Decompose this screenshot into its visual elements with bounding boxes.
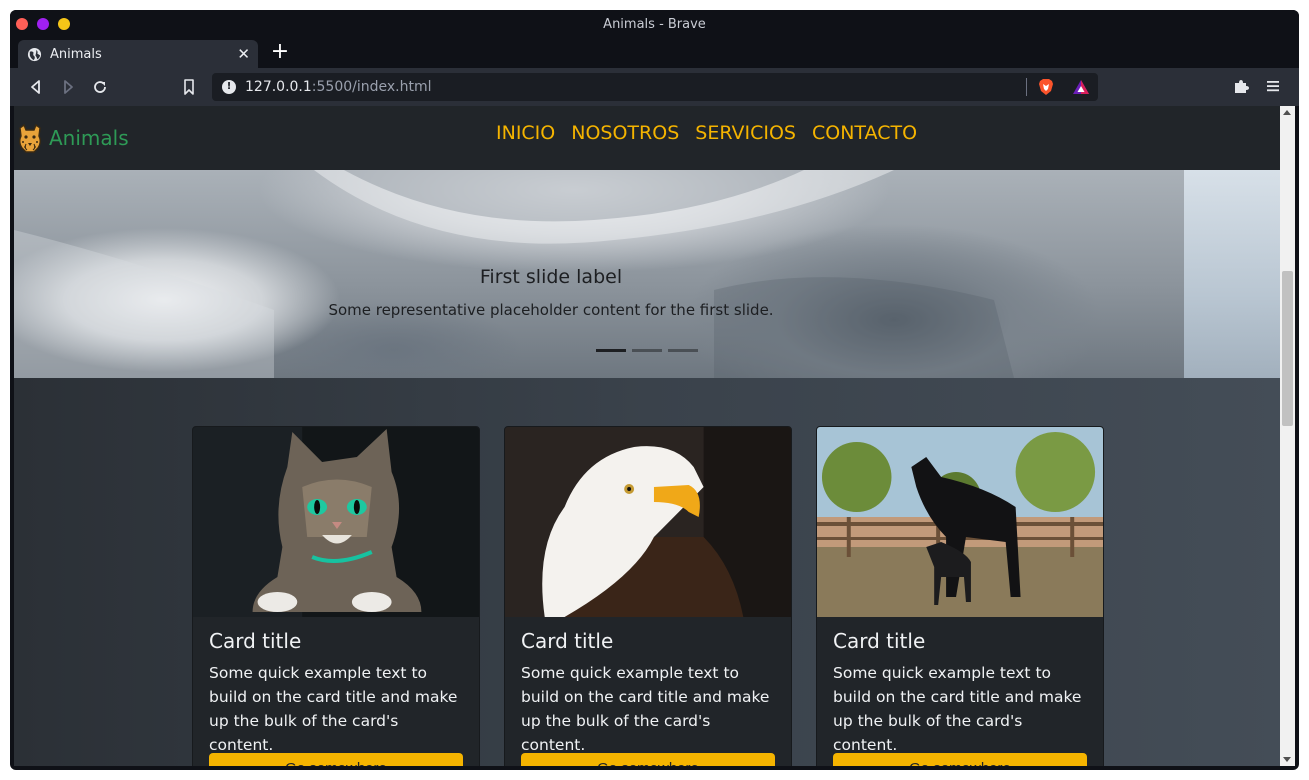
hero-carousel[interactable]: First slide label Some representative pl… — [14, 170, 1280, 378]
card-body: Card title Some quick example text to bu… — [505, 617, 791, 766]
card-text: Some quick example text to build on the … — [521, 664, 770, 754]
tab-animals[interactable]: Animals ✕ — [18, 40, 258, 70]
card-image-horses — [817, 427, 1103, 617]
page-scrollbar[interactable] — [1280, 106, 1295, 766]
nav-link-contacto[interactable]: CONTACTO — [812, 122, 917, 144]
slide-caption-title: First slide label — [479, 266, 623, 288]
browser-window: Animals - Brave Animals ✕ + ! 127.0.0.1:… — [10, 10, 1299, 770]
card-body: Card title Some quick example text to bu… — [817, 617, 1103, 766]
card-eagle: Card title Some quick example text to bu… — [504, 426, 792, 766]
card-title: Card title — [209, 629, 302, 653]
card-body: Card title Some quick example text to bu… — [193, 617, 479, 766]
card-text: Some quick example text to build on the … — [833, 664, 1082, 754]
card-cat: Card title Some quick example text to bu… — [192, 426, 480, 766]
page-viewport: Animals INICIO NOSOTROS SERVICIOS CONTAC… — [14, 106, 1280, 766]
new-tab-button[interactable]: + — [268, 39, 292, 65]
url-host: 127.0.0.1 — [245, 79, 312, 95]
nav-links: INICIO NOSOTROS SERVICIOS CONTACTO — [496, 122, 917, 144]
title-bar: Animals - Brave — [10, 10, 1299, 38]
card-title: Card title — [833, 629, 926, 653]
site-navbar: Animals INICIO NOSOTROS SERVICIOS CONTAC… — [14, 106, 1280, 170]
close-icon[interactable]: ✕ — [237, 45, 250, 63]
nav-link-nosotros[interactable]: NOSOTROS — [571, 122, 679, 144]
forward-icon[interactable] — [58, 77, 78, 97]
reload-icon[interactable] — [90, 77, 110, 97]
carousel-indicator-1[interactable] — [596, 349, 626, 352]
tab-bar: Animals ✕ + — [10, 38, 1299, 70]
nav-link-servicios[interactable]: SERVICIOS — [695, 122, 796, 144]
card-title: Card title — [521, 629, 614, 653]
scroll-down-arrow-icon[interactable] — [1283, 757, 1291, 762]
url-text[interactable]: 127.0.0.1:5500/index.html — [245, 79, 432, 95]
scrollbar-thumb[interactable] — [1282, 271, 1293, 426]
globe-icon — [27, 47, 42, 62]
card-button[interactable]: Go somewhere — [521, 753, 775, 766]
next-slide-preview — [1184, 170, 1280, 378]
bookmark-icon[interactable] — [179, 77, 199, 97]
nav-link-inicio[interactable]: INICIO — [496, 122, 555, 144]
cards-section: Card title Some quick example text to bu… — [14, 378, 1280, 766]
back-icon[interactable] — [26, 77, 46, 97]
brave-rewards-icon[interactable] — [1072, 78, 1090, 96]
site-info-icon[interactable]: ! — [222, 80, 236, 94]
carousel-indicators — [596, 349, 698, 352]
card-text: Some quick example text to build on the … — [209, 664, 458, 754]
scroll-up-arrow-icon[interactable] — [1283, 110, 1291, 115]
address-bar[interactable]: ! 127.0.0.1:5500/index.html — [212, 73, 1098, 101]
menu-icon[interactable] — [1264, 77, 1282, 95]
browser-toolbar: ! 127.0.0.1:5500/index.html — [10, 68, 1299, 106]
card-button[interactable]: Go somewhere — [833, 753, 1087, 766]
url-divider — [1026, 78, 1027, 96]
url-path: :5500/index.html — [311, 79, 432, 95]
brand-text: Animals — [49, 126, 129, 150]
card-image-cat — [193, 427, 479, 617]
brave-shields-icon[interactable] — [1038, 78, 1054, 96]
window-title: Animals - Brave — [603, 17, 706, 32]
tab-label: Animals — [50, 47, 102, 62]
carousel-indicator-3[interactable] — [668, 349, 698, 352]
extensions-icon[interactable] — [1232, 77, 1250, 95]
cheetah-logo-icon — [19, 123, 41, 153]
card-button[interactable]: Go somewhere — [209, 753, 463, 766]
slide-caption-text: Some representative placeholder content … — [328, 301, 774, 319]
carousel-indicator-2[interactable] — [632, 349, 662, 352]
card-horses: Card title Some quick example text to bu… — [816, 426, 1104, 766]
card-image-eagle — [505, 427, 791, 617]
